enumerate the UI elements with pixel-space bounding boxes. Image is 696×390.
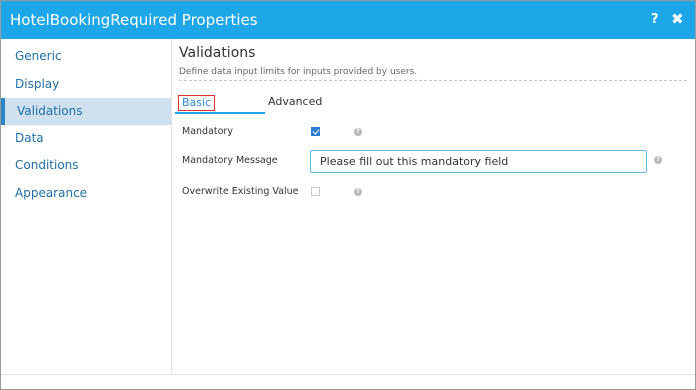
sidebar-item-appearance[interactable]: Appearance xyxy=(1,180,171,207)
properties-dialog: HotelBookingRequired Properties ? ✖ Gene… xyxy=(0,0,696,390)
active-tab-indicator xyxy=(175,112,265,114)
mandatory-label: Mandatory xyxy=(182,126,233,137)
sidebar-item-display[interactable]: Display xyxy=(1,71,171,98)
sidebar-nav: Generic Display Validations Data Conditi… xyxy=(1,39,172,374)
question-circle-icon[interactable]: ? xyxy=(654,156,662,164)
mandatory-message-label: Mandatory Message xyxy=(182,155,278,166)
section-description: Define data input limits for inputs prov… xyxy=(179,67,418,77)
section-divider xyxy=(179,80,687,81)
sidebar-item-validations[interactable]: Validations xyxy=(1,98,171,125)
section-title: Validations xyxy=(179,45,256,61)
sidebar-item-generic[interactable]: Generic xyxy=(1,43,171,70)
footer-divider xyxy=(1,374,695,375)
sidebar-item-data[interactable]: Data xyxy=(1,125,171,152)
question-circle-icon[interactable]: ? xyxy=(354,128,362,136)
mandatory-checkbox[interactable] xyxy=(311,127,320,136)
tab-basic[interactable]: Basic xyxy=(178,95,216,111)
question-circle-icon[interactable]: ? xyxy=(354,188,362,196)
help-button[interactable]: ? xyxy=(651,12,659,28)
mandatory-message-input[interactable] xyxy=(310,150,647,173)
close-button[interactable]: ✖ xyxy=(671,10,684,28)
dialog-titlebar: HotelBookingRequired Properties ? ✖ xyxy=(1,1,695,39)
tab-advanced[interactable]: Advanced xyxy=(268,95,322,109)
overwrite-existing-value-checkbox[interactable] xyxy=(311,187,320,196)
sidebar-item-conditions[interactable]: Conditions xyxy=(1,152,171,179)
dialog-title: HotelBookingRequired Properties xyxy=(10,11,258,29)
overwrite-existing-value-label: Overwrite Existing Value xyxy=(182,186,299,197)
